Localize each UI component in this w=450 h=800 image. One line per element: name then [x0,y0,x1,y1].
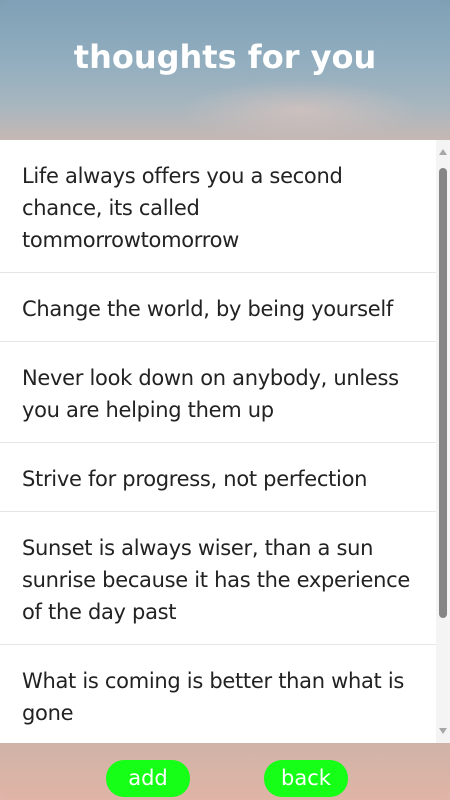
scroll-down-arrow-icon[interactable] [439,728,447,734]
thought-item[interactable]: Change the world, by being yourself [0,273,436,342]
thought-item[interactable]: Strive for progress, not perfection [0,443,436,512]
page-title: thoughts for you [73,38,377,76]
add-button[interactable]: add [106,760,190,797]
thoughts-list-panel[interactable]: Life always offers you a second chance, … [0,140,450,743]
thought-item[interactable]: Never look down on anybody, unless you a… [0,342,436,443]
thought-item[interactable]: What is coming is better than what is go… [0,645,436,743]
scroll-up-arrow-icon[interactable] [439,149,447,155]
app-window: thoughts for you Life always offers you … [0,0,450,800]
thought-item[interactable]: Sunset is always wiser, than a sun sunri… [0,512,436,645]
back-button[interactable]: back [264,760,348,797]
header: thoughts for you [0,0,450,140]
thoughts-list: Life always offers you a second chance, … [0,140,436,743]
scroll-thumb[interactable] [439,168,447,618]
footer: add back [0,743,450,800]
vertical-scrollbar[interactable] [436,140,450,743]
thought-item[interactable]: Life always offers you a second chance, … [0,140,436,273]
